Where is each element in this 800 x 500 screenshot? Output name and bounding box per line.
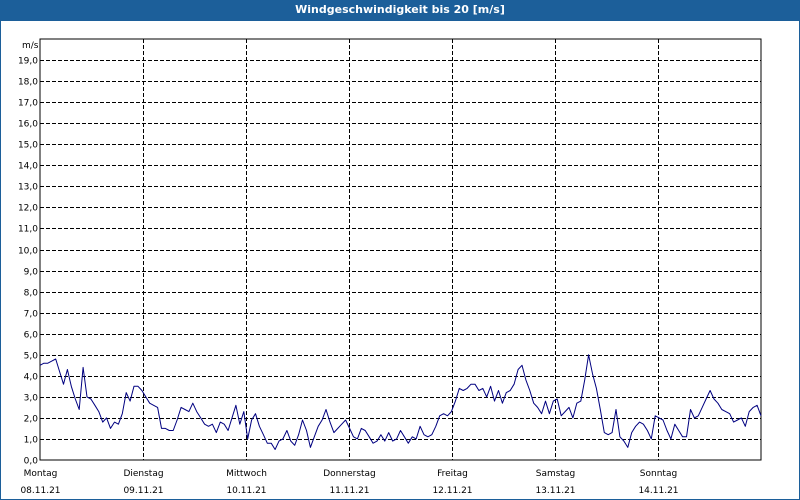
x-tick-day-label: Freitag bbox=[437, 469, 468, 479]
y-tick-label: 4,0 bbox=[24, 373, 39, 383]
series-line-wind-speed bbox=[39, 354, 762, 450]
wind-speed-chart: m/s 0,0 1,0 2,0 3,0 4,0 5,0 6,0 7,0 8,0 9,0 10,0 11… bbox=[18, 38, 762, 496]
y-tick-label: 19,0 bbox=[18, 57, 38, 67]
x-tick-day-label: Sonntag bbox=[640, 469, 677, 479]
x-tick-day-label: Mittwoch bbox=[226, 469, 267, 479]
y-tick-label: 10,0 bbox=[18, 247, 38, 257]
y-tick-label: 7,0 bbox=[24, 310, 39, 320]
y-tick-label: 2,0 bbox=[24, 415, 39, 425]
y-tick-labels: 0,0 1,0 2,0 3,0 4,0 5,0 6,0 7,0 8,0 9,0 10,0 11,0 12… bbox=[18, 57, 38, 467]
y-tick-label: 3,0 bbox=[24, 394, 39, 404]
y-tick-label: 8,0 bbox=[24, 289, 39, 299]
x-tick-date-label: 10.11.21 bbox=[226, 486, 266, 496]
x-tick-date-label: 12.11.21 bbox=[432, 486, 472, 496]
x-tick-day-label: Dienstag bbox=[123, 469, 163, 479]
x-tick-date-label: 08.11.21 bbox=[20, 486, 60, 496]
x-tick-labels: Montag 08.11.21 Dienstag 09.11.21 Mittwoch 10… bbox=[20, 469, 678, 496]
y-tick-label: 1,0 bbox=[24, 436, 39, 446]
y-tick-label: 0,0 bbox=[24, 457, 39, 467]
x-tick-date-label: 09.11.21 bbox=[123, 486, 163, 496]
y-tick-label: 17,0 bbox=[18, 99, 38, 109]
y-tick-label: 18,0 bbox=[18, 78, 38, 88]
y-tick-label: 5,0 bbox=[24, 352, 39, 362]
grid-layer bbox=[40, 39, 761, 460]
y-tick-label: 11,0 bbox=[18, 225, 38, 235]
y-tick-label: 13,0 bbox=[18, 183, 38, 193]
x-tick-day-label: Montag bbox=[24, 469, 58, 479]
y-tick-label: 15,0 bbox=[18, 141, 38, 151]
y-tick-label: 6,0 bbox=[24, 331, 39, 341]
y-tick-label: 14,0 bbox=[18, 162, 38, 172]
y-tick-label: 12,0 bbox=[18, 204, 38, 214]
x-tick-date-label: 14.11.21 bbox=[638, 486, 678, 496]
x-tick-date-label: 11.11.21 bbox=[329, 486, 369, 496]
x-tick-day-label: Samstag bbox=[536, 469, 575, 479]
x-tick-date-label: 13.11.21 bbox=[535, 486, 575, 496]
x-tick-day-label: Donnerstag bbox=[323, 469, 376, 479]
y-axis-unit-label: m/s bbox=[22, 41, 39, 51]
y-tick-label: 9,0 bbox=[24, 268, 39, 278]
y-tick-label: 16,0 bbox=[18, 120, 38, 130]
series-layer bbox=[39, 354, 762, 450]
